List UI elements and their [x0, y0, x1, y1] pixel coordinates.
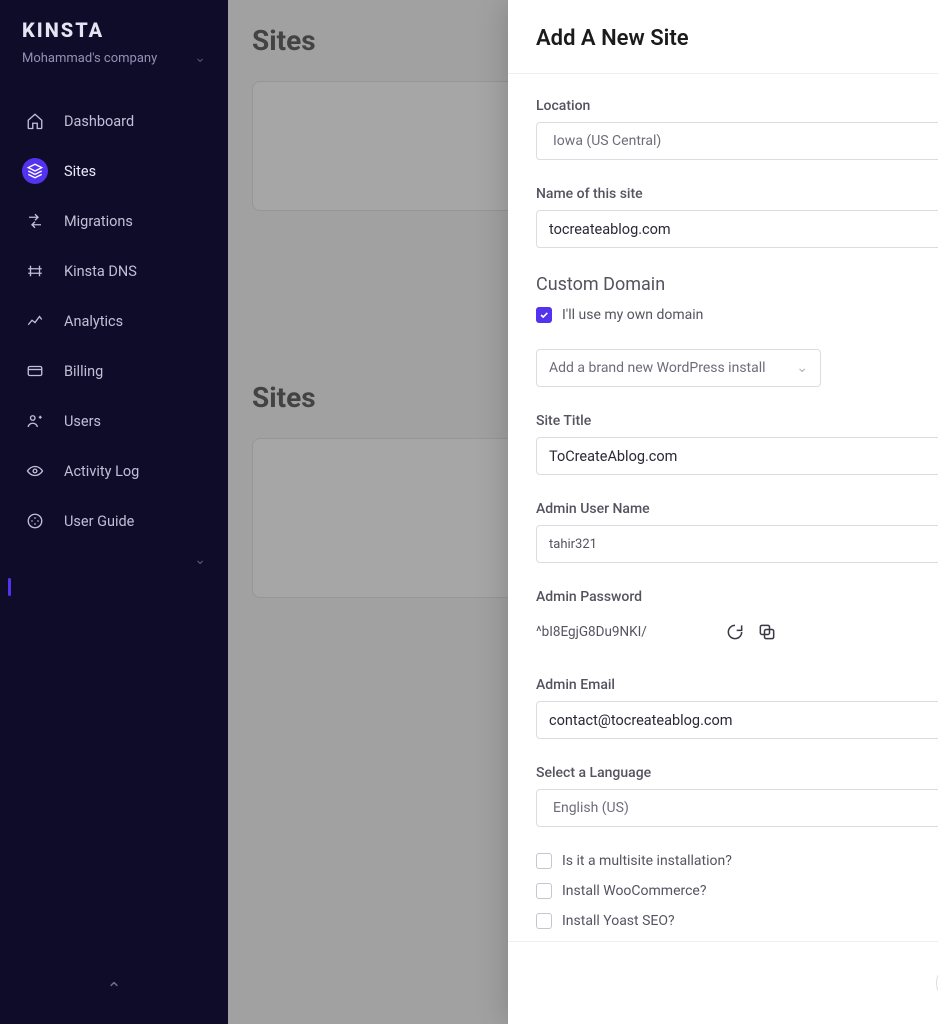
yoast-label: Install Yoast SEO? — [562, 913, 675, 929]
sidebar-section-toggle[interactable]: ⌄ — [0, 552, 228, 568]
eye-icon — [22, 458, 48, 484]
checkbox-icon — [536, 913, 552, 929]
nav: Dashboard Sites Migrations Kinsta DNS — [0, 88, 228, 544]
admin-email-input[interactable] — [536, 701, 938, 739]
site-name-label: Name of this site — [536, 186, 938, 202]
modal-title: Add A New Site — [536, 26, 689, 51]
sidebar-item-guide[interactable]: User Guide — [10, 498, 214, 544]
site-name-input[interactable] — [536, 210, 938, 248]
language-label: Select a Language — [536, 765, 938, 781]
add-site-modal: Add A New Site ✕ Location Iowa (US Centr… — [508, 0, 938, 1024]
woocommerce-label: Install WooCommerce? — [562, 883, 706, 899]
language-select[interactable]: English (US) ⌄ — [536, 789, 938, 827]
own-domain-checkbox-row[interactable]: I'll use my own domain — [536, 307, 938, 323]
guide-icon — [22, 508, 48, 534]
sidebar-item-label: Sites — [64, 163, 96, 180]
location-value: Iowa (US Central) — [549, 133, 661, 149]
admin-user-input[interactable] — [536, 525, 938, 563]
dns-icon — [22, 258, 48, 284]
sidebar-item-analytics[interactable]: Analytics — [10, 298, 214, 344]
refresh-icon[interactable] — [725, 622, 745, 642]
main-content: Sites Sites Add A New Site ✕ Location Io… — [228, 0, 938, 1024]
sidebar-item-billing[interactable]: Billing — [10, 348, 214, 394]
analytics-icon — [22, 308, 48, 334]
sidebar-item-users[interactable]: Users — [10, 398, 214, 444]
admin-user-label: Admin User Name — [536, 501, 938, 517]
language-value: English (US) — [549, 800, 629, 816]
sidebar-item-label: Dashboard — [64, 113, 134, 130]
admin-pw-label: Admin Password — [536, 589, 938, 605]
checkbox-icon — [536, 883, 552, 899]
sidebar-item-label: Kinsta DNS — [64, 263, 137, 280]
site-title-input[interactable] — [536, 437, 938, 475]
yoast-checkbox-row[interactable]: Install Yoast SEO? — [536, 913, 938, 929]
install-mode-select[interactable]: Add a brand new WordPress install ⌄ — [536, 349, 821, 387]
own-domain-label: I'll use my own domain — [562, 307, 703, 323]
woocommerce-checkbox-row[interactable]: Install WooCommerce? — [536, 883, 938, 899]
active-indicator — [8, 578, 11, 596]
chevron-down-icon: ⌄ — [194, 50, 206, 66]
modal-body: Location Iowa (US Central) ⌄ Name of thi… — [508, 74, 938, 941]
checkbox-checked-icon — [536, 307, 552, 323]
copy-icon[interactable] — [757, 622, 777, 642]
sidebar-collapse-btn[interactable]: ⌃ — [0, 979, 228, 1000]
home-icon — [22, 108, 48, 134]
chevron-down-icon: ⌄ — [796, 360, 808, 376]
company-name: Mohammad's company — [22, 51, 157, 66]
admin-pw-input[interactable] — [536, 613, 713, 651]
modal-header: Add A New Site ✕ — [508, 0, 938, 74]
custom-domain-title: Custom Domain — [536, 274, 938, 295]
sidebar-item-activity[interactable]: Activity Log — [10, 448, 214, 494]
multisite-label: Is it a multisite installation? — [562, 853, 732, 869]
site-title-label: Site Title — [536, 413, 938, 429]
modal-footer: Cancel Add — [508, 941, 938, 1024]
admin-email-label: Admin Email — [536, 677, 938, 693]
brand-logo: KINSTA — [0, 18, 228, 48]
location-label: Location — [536, 98, 938, 114]
billing-icon — [22, 358, 48, 384]
install-mode-value: Add a brand new WordPress install — [549, 360, 766, 376]
sidebar-item-dns[interactable]: Kinsta DNS — [10, 248, 214, 294]
layers-icon — [22, 158, 48, 184]
sidebar: KINSTA Mohammad's company ⌄ Dashboard Si… — [0, 0, 228, 1024]
sidebar-item-label: Billing — [64, 363, 103, 380]
sidebar-item-migrations[interactable]: Migrations — [10, 198, 214, 244]
sidebar-item-label: Users — [64, 413, 101, 430]
sidebar-item-label: Analytics — [64, 313, 123, 330]
users-icon — [22, 408, 48, 434]
multisite-checkbox-row[interactable]: Is it a multisite installation? — [536, 853, 938, 869]
sidebar-item-label: Migrations — [64, 213, 133, 230]
sidebar-item-dashboard[interactable]: Dashboard — [10, 98, 214, 144]
sidebar-item-label: User Guide — [64, 513, 134, 530]
sidebar-item-label: Activity Log — [64, 463, 139, 480]
checkbox-icon — [536, 853, 552, 869]
company-selector[interactable]: Mohammad's company ⌄ — [0, 48, 228, 88]
migrate-icon — [22, 208, 48, 234]
sidebar-item-sites[interactable]: Sites — [10, 148, 214, 194]
location-select[interactable]: Iowa (US Central) ⌄ — [536, 122, 938, 160]
